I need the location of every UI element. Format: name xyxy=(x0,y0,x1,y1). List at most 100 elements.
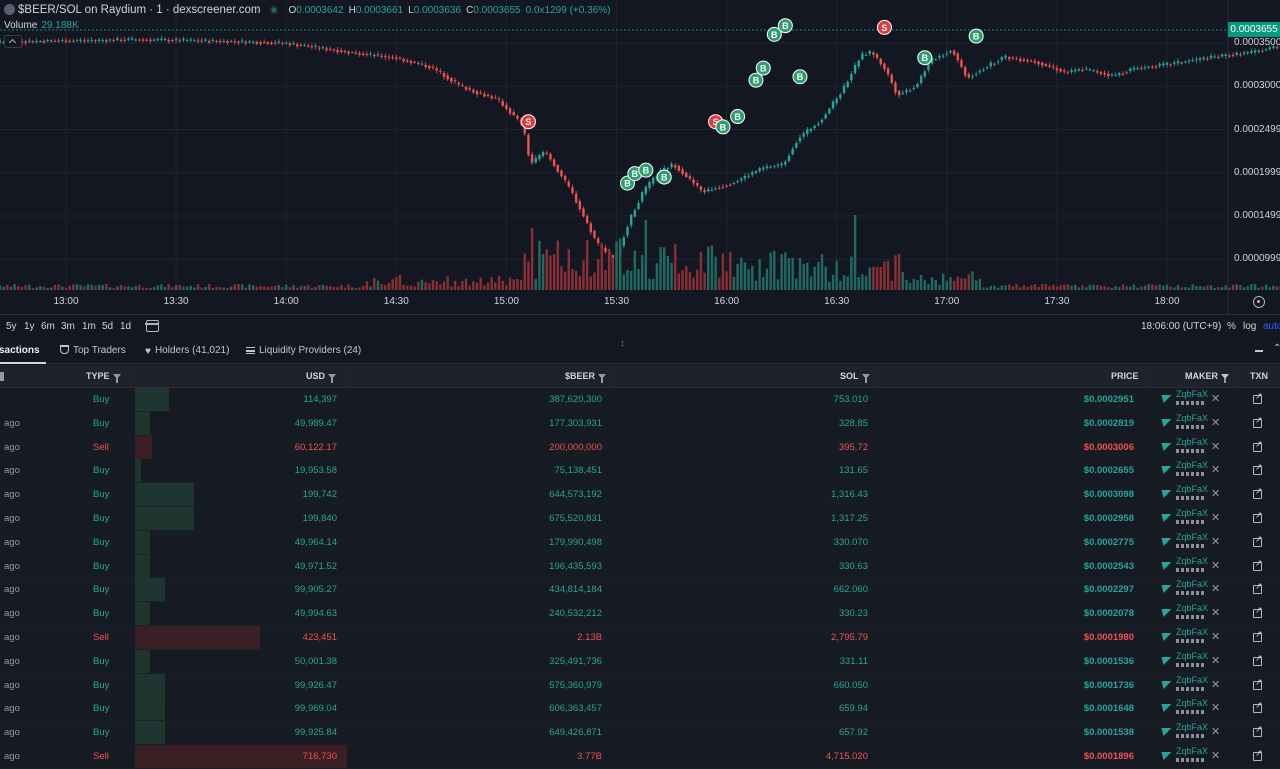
filter-maker-close-icon[interactable]: ✕ xyxy=(1211,483,1220,506)
range-button-1y[interactable]: 1y xyxy=(24,321,35,332)
sol-header[interactable]: SOL xyxy=(840,365,870,388)
open-transaction-icon[interactable] xyxy=(1253,486,1263,500)
price-header[interactable]: PRICE xyxy=(1111,365,1139,388)
candle-body xyxy=(754,171,758,174)
volume-bar xyxy=(842,275,846,290)
filter-icon[interactable] xyxy=(328,374,337,383)
filter-maker-close-icon[interactable]: ✕ xyxy=(1211,531,1220,554)
volume-bar xyxy=(615,241,618,290)
usd-cell: 716,730 xyxy=(302,750,337,762)
candle-body xyxy=(1165,62,1169,65)
open-transaction-icon[interactable] xyxy=(1253,391,1263,404)
filter-maker-close-icon[interactable]: ✕ xyxy=(1211,412,1220,435)
volume-bar xyxy=(795,278,798,290)
collapse-legend-button[interactable] xyxy=(4,35,22,48)
table-row[interactable]: ago Buy 199,742 644,573,192 1,316.43 $0.00030… xyxy=(0,483,1280,507)
expand-icon[interactable]: ⌃ xyxy=(1273,343,1280,354)
filter-maker-close-icon[interactable]: ✕ xyxy=(1211,697,1220,720)
filter-maker-close-icon[interactable]: ✕ xyxy=(1211,507,1220,530)
volume-bar xyxy=(971,271,974,290)
filter-maker-close-icon[interactable]: ✕ xyxy=(1211,626,1220,649)
usd-header[interactable]: USD xyxy=(306,365,337,388)
candle-body xyxy=(861,53,864,60)
range-button-5d[interactable]: 5d xyxy=(102,321,113,332)
panel-resize-handle-icon[interactable] xyxy=(620,333,630,345)
filter-maker-close-icon[interactable]: ✕ xyxy=(1211,602,1220,625)
range-button-1d[interactable]: 1d xyxy=(120,321,131,332)
percent-scale-toggle[interactable]: % xyxy=(1227,321,1236,332)
volume-bar xyxy=(883,261,886,290)
filter-maker-close-icon[interactable]: ✕ xyxy=(1211,436,1220,459)
log-scale-toggle[interactable]: log xyxy=(1243,321,1256,332)
open-transaction-icon[interactable] xyxy=(1253,510,1263,523)
range-button-6m[interactable]: 6m xyxy=(41,321,55,332)
candle-body xyxy=(857,60,860,67)
open-transaction-icon[interactable] xyxy=(1253,558,1263,571)
open-transaction-icon[interactable] xyxy=(1253,724,1263,738)
table-row[interactable]: ago Buy 19,953.58 75,138,451 131.65 $0.000265… xyxy=(0,459,1280,484)
open-transaction-icon[interactable] xyxy=(1253,415,1263,428)
table-row[interactable]: ago Buy 49,989.47 177,303,931 328.85 $0.00028… xyxy=(0,411,1280,436)
open-transaction-icon[interactable] xyxy=(1253,748,1263,761)
table-row[interactable]: ago Buy 49,971.52 196,435,593 330.63 $0.00025… xyxy=(0,554,1280,579)
filter-icon[interactable] xyxy=(1221,374,1229,383)
table-row[interactable]: ago Sell 60,122.17 200,000,000 395.72 $0.0003… xyxy=(0,435,1280,460)
table-row[interactable]: ago Sell 423,451 2.13B 2,795.79 $0.0001980 Zqb… xyxy=(0,625,1280,650)
open-transaction-icon[interactable] xyxy=(1253,462,1263,476)
filter-maker-close-icon[interactable]: ✕ xyxy=(1211,388,1220,411)
tab-transactions[interactable]: sactions xyxy=(0,345,40,356)
filter-icon[interactable] xyxy=(598,374,607,383)
calendar-icon[interactable] xyxy=(145,320,159,332)
candle-body xyxy=(53,40,57,42)
table-row[interactable]: ago Buy 199,840 675,520,831 1,317.25 $0.00029… xyxy=(0,506,1280,531)
tab-liquidity-providers[interactable]: Liquidity Providers (24) xyxy=(246,345,361,356)
filter-maker-close-icon[interactable]: ✕ xyxy=(1211,555,1220,578)
table-row[interactable]: ago Sell 716,730 3.77B 4,715.020 $0.0001896 Zq… xyxy=(0,744,1280,769)
candle-body xyxy=(1169,64,1172,66)
price-chart[interactable]: SSSBBBBBBBBBBBBB $BEER/SOL on Raydium · … xyxy=(0,0,1280,338)
table-row[interactable]: ago Buy 99,905.27 434,814,184 662.060 $0.0002… xyxy=(0,578,1280,603)
price-cell: $0.0001536 xyxy=(1083,655,1134,667)
filter-icon[interactable] xyxy=(861,374,870,383)
range-button-5y[interactable]: 5y xyxy=(6,321,17,332)
filter-maker-close-icon[interactable]: ✕ xyxy=(1211,674,1220,697)
open-transaction-icon[interactable] xyxy=(1253,581,1263,595)
filter-maker-close-icon[interactable]: ✕ xyxy=(1211,459,1220,482)
filter-icon[interactable] xyxy=(112,374,121,383)
table-row[interactable]: ago Buy 49,964.14 179,990,498 330.070 $0.0002… xyxy=(0,530,1280,555)
range-button-3m[interactable]: 3m xyxy=(61,321,75,332)
open-transaction-icon[interactable] xyxy=(1253,700,1263,714)
table-row[interactable]: ago Buy 49,994.63 240,532,212 330.23 $0.00020… xyxy=(0,602,1280,626)
tab-top-traders[interactable]: Top Traders xyxy=(60,345,126,356)
minimize-icon[interactable] xyxy=(1255,350,1263,352)
table-row[interactable]: ago Buy 99,969.04 606,363,457 659.94 $0.00016… xyxy=(0,697,1280,722)
type-header[interactable]: TYPE xyxy=(86,365,121,388)
age-filter-icon[interactable] xyxy=(0,372,4,381)
range-button-1m[interactable]: 1m xyxy=(82,321,96,332)
table-row[interactable]: ago Buy 50,001.38 325,491,736 331.11 $0.00015… xyxy=(0,649,1280,674)
open-transaction-icon[interactable] xyxy=(1253,677,1263,690)
filter-maker-close-icon[interactable]: ✕ xyxy=(1211,650,1220,673)
candlestick-chart[interactable]: S SSBB BBBBBBBBBBB xyxy=(0,0,1280,314)
table-row[interactable]: Buy 114,397 387,620,300 753.010 $0.0002951 Zq… xyxy=(0,388,1280,412)
tab-holders[interactable]: ♥ Holders (41,021) xyxy=(145,345,229,357)
volume-bar xyxy=(1250,284,1253,290)
chart-settings-gear-icon[interactable] xyxy=(1253,296,1265,308)
filter-maker-close-icon[interactable]: ✕ xyxy=(1211,745,1220,768)
table-row[interactable]: ago Buy 99,925.84 649,426,871 657.92 $0.00015… xyxy=(0,721,1280,745)
usd-size-bar xyxy=(135,697,165,721)
open-transaction-icon[interactable] xyxy=(1253,534,1263,547)
filter-maker-close-icon[interactable]: ✕ xyxy=(1211,578,1220,601)
open-transaction-icon[interactable] xyxy=(1253,629,1263,642)
volume-bar xyxy=(1169,286,1172,290)
table-row[interactable]: ago Buy 99,926.47 575,360,979 660.050 $0.0001… xyxy=(0,673,1280,698)
beer-header[interactable]: $BEER xyxy=(565,365,607,388)
open-transaction-icon[interactable] xyxy=(1253,653,1263,666)
time-tick-label: 15:30 xyxy=(603,296,630,307)
volume-bar xyxy=(1033,284,1037,290)
auto-scale-toggle[interactable]: auto xyxy=(1263,321,1280,332)
volume-bar xyxy=(314,287,317,290)
filter-maker-close-icon[interactable]: ✕ xyxy=(1211,721,1220,744)
open-transaction-icon[interactable] xyxy=(1253,439,1263,452)
open-transaction-icon[interactable] xyxy=(1253,605,1263,619)
